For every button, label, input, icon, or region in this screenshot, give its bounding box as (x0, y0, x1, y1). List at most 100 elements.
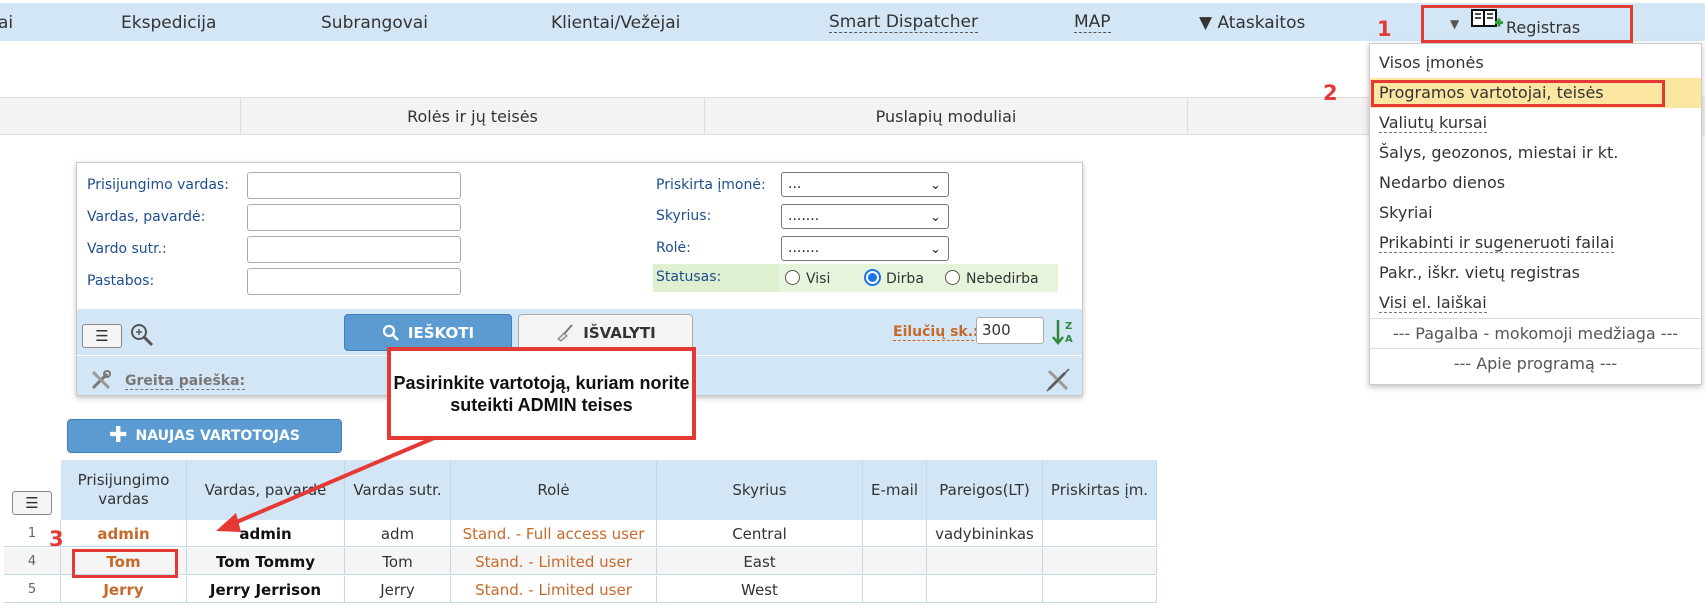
cell-role: Stand. - Limited user (451, 576, 657, 603)
cell-abbr: Jerry (345, 576, 451, 603)
zoom-icon[interactable] (129, 322, 155, 352)
col-header-role[interactable]: Rolė (451, 460, 657, 520)
notes-label: Pastabos: (87, 273, 155, 289)
cell-role: Stand. - Full access user (451, 520, 657, 547)
nav-item-partial[interactable]: ai (0, 13, 13, 33)
name-label: Vardas, pavardė: (87, 209, 206, 225)
quick-search-link[interactable]: Greita paieška: (125, 373, 246, 390)
menu-item-about[interactable]: --- Apie programą --- (1370, 348, 1701, 378)
cell-company (1043, 548, 1157, 575)
menu-item-holidays[interactable]: Nedarbo dienos (1370, 168, 1701, 198)
menu-item-attached-files[interactable]: Prikabinti ir sugeneruoti failai (1370, 228, 1701, 258)
search-button[interactable]: IEŠKOTI (344, 314, 512, 351)
status-visi-radio[interactable] (785, 270, 800, 285)
new-user-button-label: NAUJAS VARTOTOJAS (135, 428, 300, 444)
cell-department: East (657, 548, 863, 575)
users-table: Prisijungimo vardas Vardas, pavardė Vard… (4, 460, 1157, 606)
search-icon (382, 324, 399, 341)
panel-menu-button[interactable]: ☰ (82, 324, 122, 348)
menu-item-loading-places[interactable]: Pakr., iškr. vietų registras (1370, 258, 1701, 288)
tools-icon (90, 369, 112, 395)
clear-button-label: IŠVALYTI (583, 323, 656, 342)
tools-off-icon[interactable] (1045, 367, 1071, 397)
name-input[interactable] (247, 204, 461, 231)
new-user-button[interactable]: ✚ NAUJAS VARTOTOJAS (67, 419, 342, 453)
menu-item-countries[interactable]: Šalys, geozonos, miestai ir kt. (1370, 138, 1701, 168)
notes-input[interactable] (247, 268, 461, 295)
nav-item-smart-dispatcher[interactable]: Smart Dispatcher (829, 13, 978, 33)
chevron-down-icon: ⌄ (930, 210, 941, 225)
cell-email (863, 548, 927, 575)
menu-item-currency-rates[interactable]: Valiutų kursai (1370, 108, 1701, 138)
annotation-box-program-users (1371, 80, 1665, 107)
svg-text:Z: Z (1065, 321, 1072, 332)
status-row: Statusas: Visi Dirba Nebedirba (653, 264, 1058, 292)
col-header-company[interactable]: Priskirtas įm. (1043, 460, 1157, 520)
nav-item-klientai[interactable]: Klientai/Vežėjai (551, 13, 680, 33)
login-label: Prisijungimo vardas: (87, 177, 229, 193)
cell-email (863, 520, 927, 547)
company-label: Priskirta įmonė: (656, 177, 766, 193)
menu-item-currency-rates-label: Valiutų kursai (1379, 113, 1488, 133)
col-header-email[interactable]: E-mail (863, 460, 927, 520)
tab-page-modules[interactable]: Puslapių moduliai (704, 98, 1187, 134)
plus-icon: ✚ (109, 423, 128, 448)
login-input[interactable] (247, 172, 461, 199)
cell-abbr: adm (345, 520, 451, 547)
chevron-down-icon: ⌄ (930, 178, 941, 193)
nav-item-ataskaitos[interactable]: ▼ Ataskaitos (1199, 13, 1305, 33)
department-select[interactable]: ....... ⌄ (781, 204, 949, 229)
col-header-name[interactable]: Vardas, pavardė (187, 460, 345, 520)
cell-company (1043, 520, 1157, 547)
cell-login[interactable]: Jerry (61, 576, 187, 603)
svg-text:A: A (1065, 334, 1073, 345)
annotation-step-2: 2 (1323, 81, 1338, 105)
cell-abbr: Tom (345, 548, 451, 575)
abbr-label: Vardo sutr.: (87, 241, 167, 257)
cell-role: Stand. - Limited user (451, 548, 657, 575)
menu-item-departments[interactable]: Skyriai (1370, 198, 1701, 228)
rows-count-input[interactable]: 300 (976, 317, 1044, 344)
cell-position (927, 548, 1043, 575)
col-header-position[interactable]: Pareigos(LT) (927, 460, 1043, 520)
chevron-down-icon: ⌄ (930, 242, 941, 257)
col-header-abbr[interactable]: Vardas sutr. (345, 460, 451, 520)
clear-button[interactable]: IŠVALYTI (518, 314, 693, 351)
col-header-department[interactable]: Skyrius (657, 460, 863, 520)
row-number: 4 (4, 548, 61, 575)
department-label: Skyrius: (656, 208, 712, 224)
cell-company (1043, 576, 1157, 603)
annotation-box-tom (72, 549, 178, 578)
menu-item-all-emails[interactable]: Visi el. laiškai (1370, 288, 1701, 318)
role-label: Rolė: (656, 240, 691, 256)
tab-roles[interactable]: Rolės ir jų teisės (240, 98, 704, 134)
tab-empty (1187, 98, 1367, 134)
col-header-login[interactable]: Prisijungimo vardas (61, 460, 187, 520)
status-nebedirba-radio[interactable] (945, 270, 960, 285)
menu-item-all-companies[interactable]: Visos įmonės (1370, 48, 1701, 78)
company-select[interactable]: ... ⌄ (781, 172, 949, 197)
sort-az-icon[interactable]: ZA (1052, 318, 1076, 350)
nav-item-map[interactable]: MAP (1074, 13, 1111, 33)
search-button-label: IEŠKOTI (407, 323, 475, 342)
cell-department: Central (657, 520, 863, 547)
cell-name: Tom Tommy (187, 548, 345, 575)
cell-position: vadybininkas (927, 520, 1043, 547)
nav-item-subrangovai[interactable]: Subrangovai (321, 13, 428, 33)
status-nebedirba-label: Nebedirba (966, 271, 1039, 287)
nav-item-ekspedicija[interactable]: Ekspedicija (121, 13, 216, 33)
cell-login[interactable]: admin (61, 520, 187, 547)
role-select[interactable]: ....... ⌄ (781, 236, 949, 261)
status-dirba-label: Dirba (886, 271, 924, 287)
abbr-input[interactable] (247, 236, 461, 263)
table-row[interactable]: 1 admin admin adm Stand. - Full access u… (4, 520, 1157, 547)
status-dirba-radio[interactable] (864, 269, 881, 286)
annotation-box-registras (1421, 5, 1633, 43)
table-row[interactable]: 5 Jerry Jerry Jerrison Jerry Stand. - Li… (4, 576, 1157, 603)
broom-icon (557, 323, 573, 342)
rows-count-label[interactable]: Eilučių sk.: (893, 324, 979, 341)
menu-item-help[interactable]: --- Pagalba - mokomoji medžiaga --- (1370, 318, 1701, 348)
cell-email (863, 576, 927, 603)
status-label: Statusas: (656, 269, 722, 285)
menu-item-attached-files-label: Prikabinti ir sugeneruoti failai (1379, 233, 1615, 253)
